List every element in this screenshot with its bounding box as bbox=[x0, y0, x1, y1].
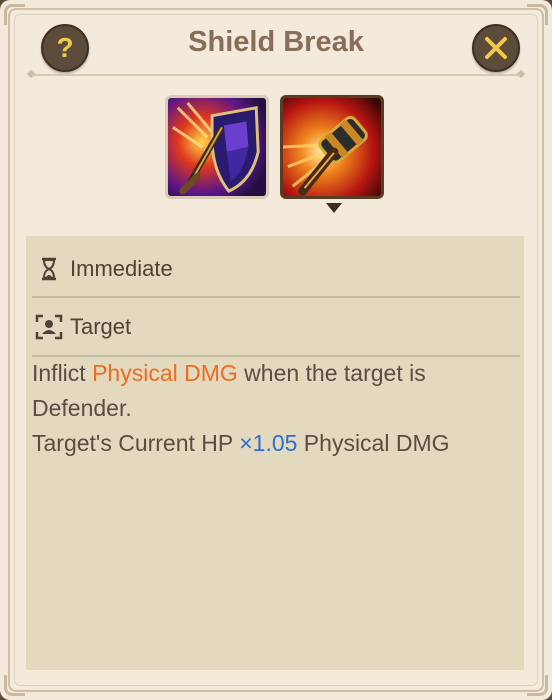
hammer-icon bbox=[283, 98, 381, 196]
hourglass-icon bbox=[34, 257, 64, 281]
target-person-icon bbox=[34, 314, 64, 340]
cast-type-row: Immediate bbox=[26, 240, 524, 298]
skill-description: Inflict Physical DMG when the target is … bbox=[32, 356, 518, 461]
close-button[interactable] bbox=[472, 24, 520, 72]
skill-info-dialog: ? Shield Break Immediate Target Inflict … bbox=[0, 0, 552, 700]
skill-info-panel: Immediate Target Inflict Physical DMG wh… bbox=[26, 236, 524, 670]
frame-corner-ornament bbox=[4, 4, 25, 25]
dialog-title: Shield Break bbox=[188, 26, 364, 58]
frame-corner-ornament bbox=[4, 675, 25, 696]
close-x-icon bbox=[485, 37, 507, 59]
description-line-1: Inflict Physical DMG when the target is bbox=[32, 360, 426, 386]
cast-type-label: Immediate bbox=[70, 256, 173, 281]
shield-skill-icon[interactable] bbox=[165, 95, 269, 199]
damage-multiplier: ×1.05 bbox=[239, 430, 298, 456]
selected-skill-pointer bbox=[326, 203, 342, 213]
target-label: Target bbox=[70, 314, 132, 339]
description-line-3: Target's Current HP ×1.05 Physical DMG bbox=[32, 430, 450, 456]
frame-corner-ornament bbox=[527, 675, 548, 696]
damage-type-highlight: Physical DMG bbox=[92, 360, 238, 386]
shield-sword-icon bbox=[168, 98, 266, 196]
description-line-2: Defender. bbox=[32, 395, 132, 421]
hammer-skill-icon[interactable] bbox=[280, 95, 384, 199]
target-row: Target bbox=[26, 298, 524, 356]
frame-corner-ornament bbox=[527, 4, 548, 25]
title-divider bbox=[32, 74, 520, 76]
